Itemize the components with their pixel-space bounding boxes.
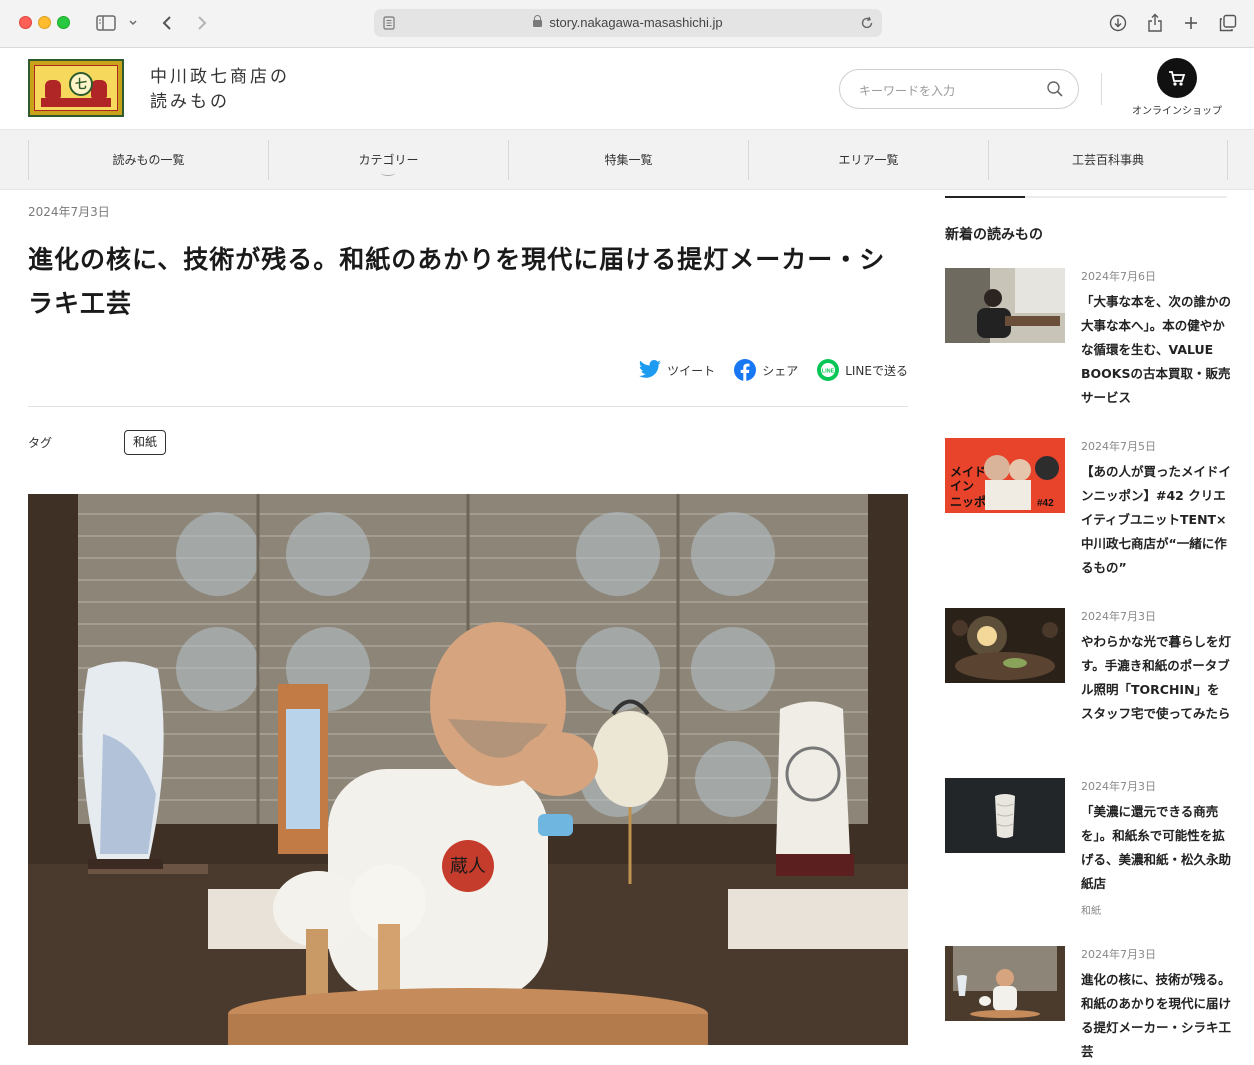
site-header: 七 中川政七商店の 読みもの キーワードを入力 オンラインショップ (0, 49, 1254, 130)
nav-item-areas[interactable]: エリア一覧 (748, 140, 988, 180)
thumb-text-1: メイド (950, 465, 986, 479)
share-icon[interactable] (1143, 10, 1167, 36)
article-thumbnail[interactable] (945, 608, 1065, 683)
thumb-text-2: イン (950, 479, 974, 493)
forward-icon[interactable] (191, 10, 213, 36)
sidebar-article-1[interactable]: 2024年7月6日 「大事な本を、次の誰かの大事な本へ」。本の健やかな循環を生む… (945, 268, 1231, 418)
facebook-share-button[interactable]: シェア (733, 358, 798, 382)
article-thumbnail[interactable] (945, 268, 1065, 343)
svg-text:LINE: LINE (822, 369, 835, 375)
chevron-down-icon[interactable] (126, 10, 140, 36)
article-thumbnail[interactable] (945, 778, 1065, 853)
nav-item-articles[interactable]: 読みもの一覧 (28, 140, 268, 180)
article-date: 2024年7月5日 (1081, 440, 1156, 453)
tweet-label: ツイート (667, 363, 716, 378)
tag-label: タグ (28, 436, 53, 450)
url-text: story.nakagawa-masashichi.jp (549, 15, 723, 30)
site-title[interactable]: 中川政七商店の 読みもの (150, 65, 290, 115)
site-title-line1: 中川政七商店の (150, 67, 290, 87)
tweet-button[interactable]: ツイート (638, 358, 715, 382)
facebook-share-label: シェア (762, 363, 799, 378)
article-date: 2024年7月3日 (1081, 780, 1156, 793)
main-nav: 読みもの一覧 カテゴリー 特集一覧 エリア一覧 工芸百科事典 (0, 130, 1254, 190)
header-divider (1101, 73, 1102, 105)
tag-washi[interactable]: 和紙 (124, 430, 167, 455)
reload-icon[interactable] (860, 16, 874, 30)
article-tag[interactable]: 和紙 (1081, 902, 1101, 917)
nav-item-category[interactable]: カテゴリー (268, 140, 508, 180)
line-share-label: LINEで送る (845, 363, 908, 378)
zoom-window-button[interactable] (57, 16, 70, 29)
downloads-icon[interactable] (1106, 10, 1130, 36)
sidebar-article-2[interactable]: メイド イン ニッポン #42 2024年7月5日 【あの人が買ったメイドインニ… (945, 438, 1231, 588)
thumb-number: #42 (1037, 498, 1054, 509)
nav-item-encyclopedia[interactable]: 工芸百科事典 (988, 140, 1228, 180)
cart-icon (1169, 71, 1186, 86)
share-row: ツイート シェア LINE LINEで送る (620, 357, 908, 383)
sidebar-article-5[interactable]: 2024年7月3日 進化の核に、技術が残る。和紙のあかりを現代に届ける提灯メーカ… (945, 946, 1231, 1065)
sidebar-toggle-icon[interactable] (94, 10, 118, 36)
lock-icon (533, 15, 543, 27)
cart-button[interactable] (1157, 58, 1197, 98)
article-divider (28, 406, 908, 407)
line-share-button[interactable]: LINE LINEで送る (816, 358, 908, 382)
hero-shirt-text: 蔵人 (450, 856, 486, 877)
article-title: 進化の核に、技術が残る。和紙のあかりを現代に届ける提灯メーカー・シラキ工芸 (28, 245, 886, 318)
article-title[interactable]: 「大事な本を、次の誰かの大事な本へ」。本の健やかな循環を生む、VALUE BOO… (1081, 290, 1231, 410)
site-title-line2: 読みもの (150, 92, 230, 112)
article-thumbnail[interactable]: メイド イン ニッポン #42 (945, 438, 1065, 513)
article-date: 2024年7月6日 (1081, 270, 1156, 283)
address-bar[interactable]: story.nakagawa-masashichi.jp (374, 9, 882, 37)
facebook-icon (733, 358, 757, 382)
article-title[interactable]: 「美濃に還元できる商売を」。和紙糸で可能性を拡げる、美濃和紙・松久永助紙店 (1081, 800, 1231, 896)
sidebar-article-3[interactable]: 2024年7月3日 やわらかな光で暮らしを灯す。手漉き和紙のポータブル照明「TO… (945, 608, 1231, 758)
chevron-down-icon (381, 170, 395, 176)
close-window-button[interactable] (19, 16, 32, 29)
article-title[interactable]: やわらかな光で暮らしを灯す。手漉き和紙のポータブル照明「TORCHIN」をスタッ… (1081, 630, 1231, 726)
sidebar-article-4[interactable]: 2024年7月3日 「美濃に還元できる商売を」。和紙糸で可能性を拡げる、美濃和紙… (945, 778, 1231, 928)
nav-item-features[interactable]: 特集一覧 (508, 140, 748, 180)
twitter-icon (638, 358, 662, 382)
article-title[interactable]: 【あの人が買ったメイドインニッポン】#42 クリエイティブユニットTENT×中川… (1081, 460, 1231, 580)
article-date: 2024年7月3日 (1081, 948, 1156, 961)
article-date: 2024年7月3日 (28, 205, 110, 219)
search-placeholder: キーワードを入力 (859, 84, 956, 98)
search-input[interactable]: キーワードを入力 (839, 69, 1079, 109)
tab-overview-icon[interactable] (1216, 10, 1240, 36)
sidebar-heading: 新着の読みもの (945, 227, 1043, 243)
line-icon: LINE (816, 358, 840, 382)
online-shop-label[interactable]: オンラインショップ (1118, 102, 1236, 117)
search-icon[interactable] (1046, 80, 1064, 98)
article-date: 2024年7月3日 (1081, 610, 1156, 623)
site-logo[interactable]: 七 (28, 59, 124, 117)
browser-chrome: story.nakagawa-masashichi.jp (0, 0, 1254, 48)
article-thumbnail[interactable] (945, 946, 1065, 1021)
new-tab-icon[interactable] (1179, 10, 1203, 36)
sidebar-tab-active[interactable] (945, 196, 1025, 198)
article-title[interactable]: 進化の核に、技術が残る。和紙のあかりを現代に届ける提灯メーカー・シラキ工芸 (1081, 968, 1231, 1064)
minimize-window-button[interactable] (38, 16, 51, 29)
hero-image: 蔵人 (28, 494, 908, 1045)
back-icon[interactable] (156, 10, 178, 36)
